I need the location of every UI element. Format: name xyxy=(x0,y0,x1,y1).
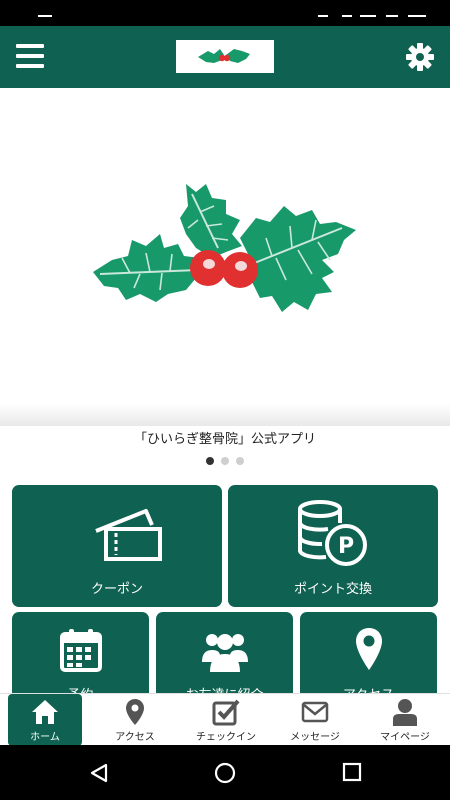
nav-item-access[interactable]: アクセス xyxy=(98,694,172,746)
ticket-icon xyxy=(95,509,162,561)
status-icon xyxy=(38,15,52,17)
recents-icon[interactable] xyxy=(342,762,362,782)
nav-label: チェックイン xyxy=(196,732,256,743)
access-tile[interactable]: アクセス xyxy=(300,612,437,702)
nav-label: メッセージ xyxy=(290,732,340,743)
app-logo xyxy=(176,40,274,73)
status-bar xyxy=(0,0,450,26)
nav-item-messages[interactable]: メッセージ xyxy=(278,694,352,746)
carousel-dot[interactable] xyxy=(236,457,244,465)
calendar-icon xyxy=(60,629,102,672)
status-icon xyxy=(318,15,328,17)
nav-item-home[interactable]: ホーム xyxy=(8,694,82,746)
nav-label: アクセス xyxy=(115,732,155,743)
status-icon xyxy=(360,15,376,17)
home-circle-icon[interactable] xyxy=(214,762,236,784)
status-icon xyxy=(342,15,352,17)
carousel-indicator xyxy=(0,457,450,466)
nav-item-mypage[interactable]: マイページ xyxy=(368,694,442,746)
map-pin-icon xyxy=(126,699,144,725)
nav-label: マイページ xyxy=(380,732,430,743)
coins-point-icon: P xyxy=(298,500,367,566)
checkbox-icon xyxy=(212,699,240,726)
tile-label: クーポン xyxy=(90,582,143,597)
holly-illustration xyxy=(93,184,356,312)
users-icon xyxy=(202,634,248,672)
carousel-dot[interactable] xyxy=(221,457,229,465)
bottom-nav: ホーム アクセス チェックイン メッセージ マイページ xyxy=(0,693,450,746)
user-icon xyxy=(393,699,417,726)
refer-friend-tile[interactable]: お友達に紹介 xyxy=(156,612,293,702)
nav-item-checkin[interactable]: チェックイン xyxy=(188,694,264,746)
carousel-dot[interactable] xyxy=(206,457,214,465)
app-header xyxy=(0,26,450,88)
status-icon xyxy=(408,15,426,17)
reservation-tile[interactable]: 予約 xyxy=(12,612,149,702)
system-nav-bar xyxy=(0,745,450,800)
nav-label: ホーム xyxy=(30,732,60,743)
tile-label: ポイント交換 xyxy=(293,582,372,597)
status-icon xyxy=(386,15,398,17)
app-caption: 「ひいらぎ整骨院」公式アプリ xyxy=(133,432,316,447)
back-icon[interactable] xyxy=(88,762,110,784)
mail-icon xyxy=(301,701,329,723)
hero-carousel[interactable] xyxy=(0,88,450,426)
menu-icon[interactable] xyxy=(16,44,44,68)
point-exchange-tile[interactable]: P ポイント交換 xyxy=(228,485,438,607)
gear-icon[interactable] xyxy=(404,41,436,73)
map-pin-icon xyxy=(356,628,382,670)
home-icon xyxy=(32,700,58,724)
coupon-tile[interactable]: クーポン xyxy=(12,485,222,607)
svg-text:P: P xyxy=(338,534,354,559)
